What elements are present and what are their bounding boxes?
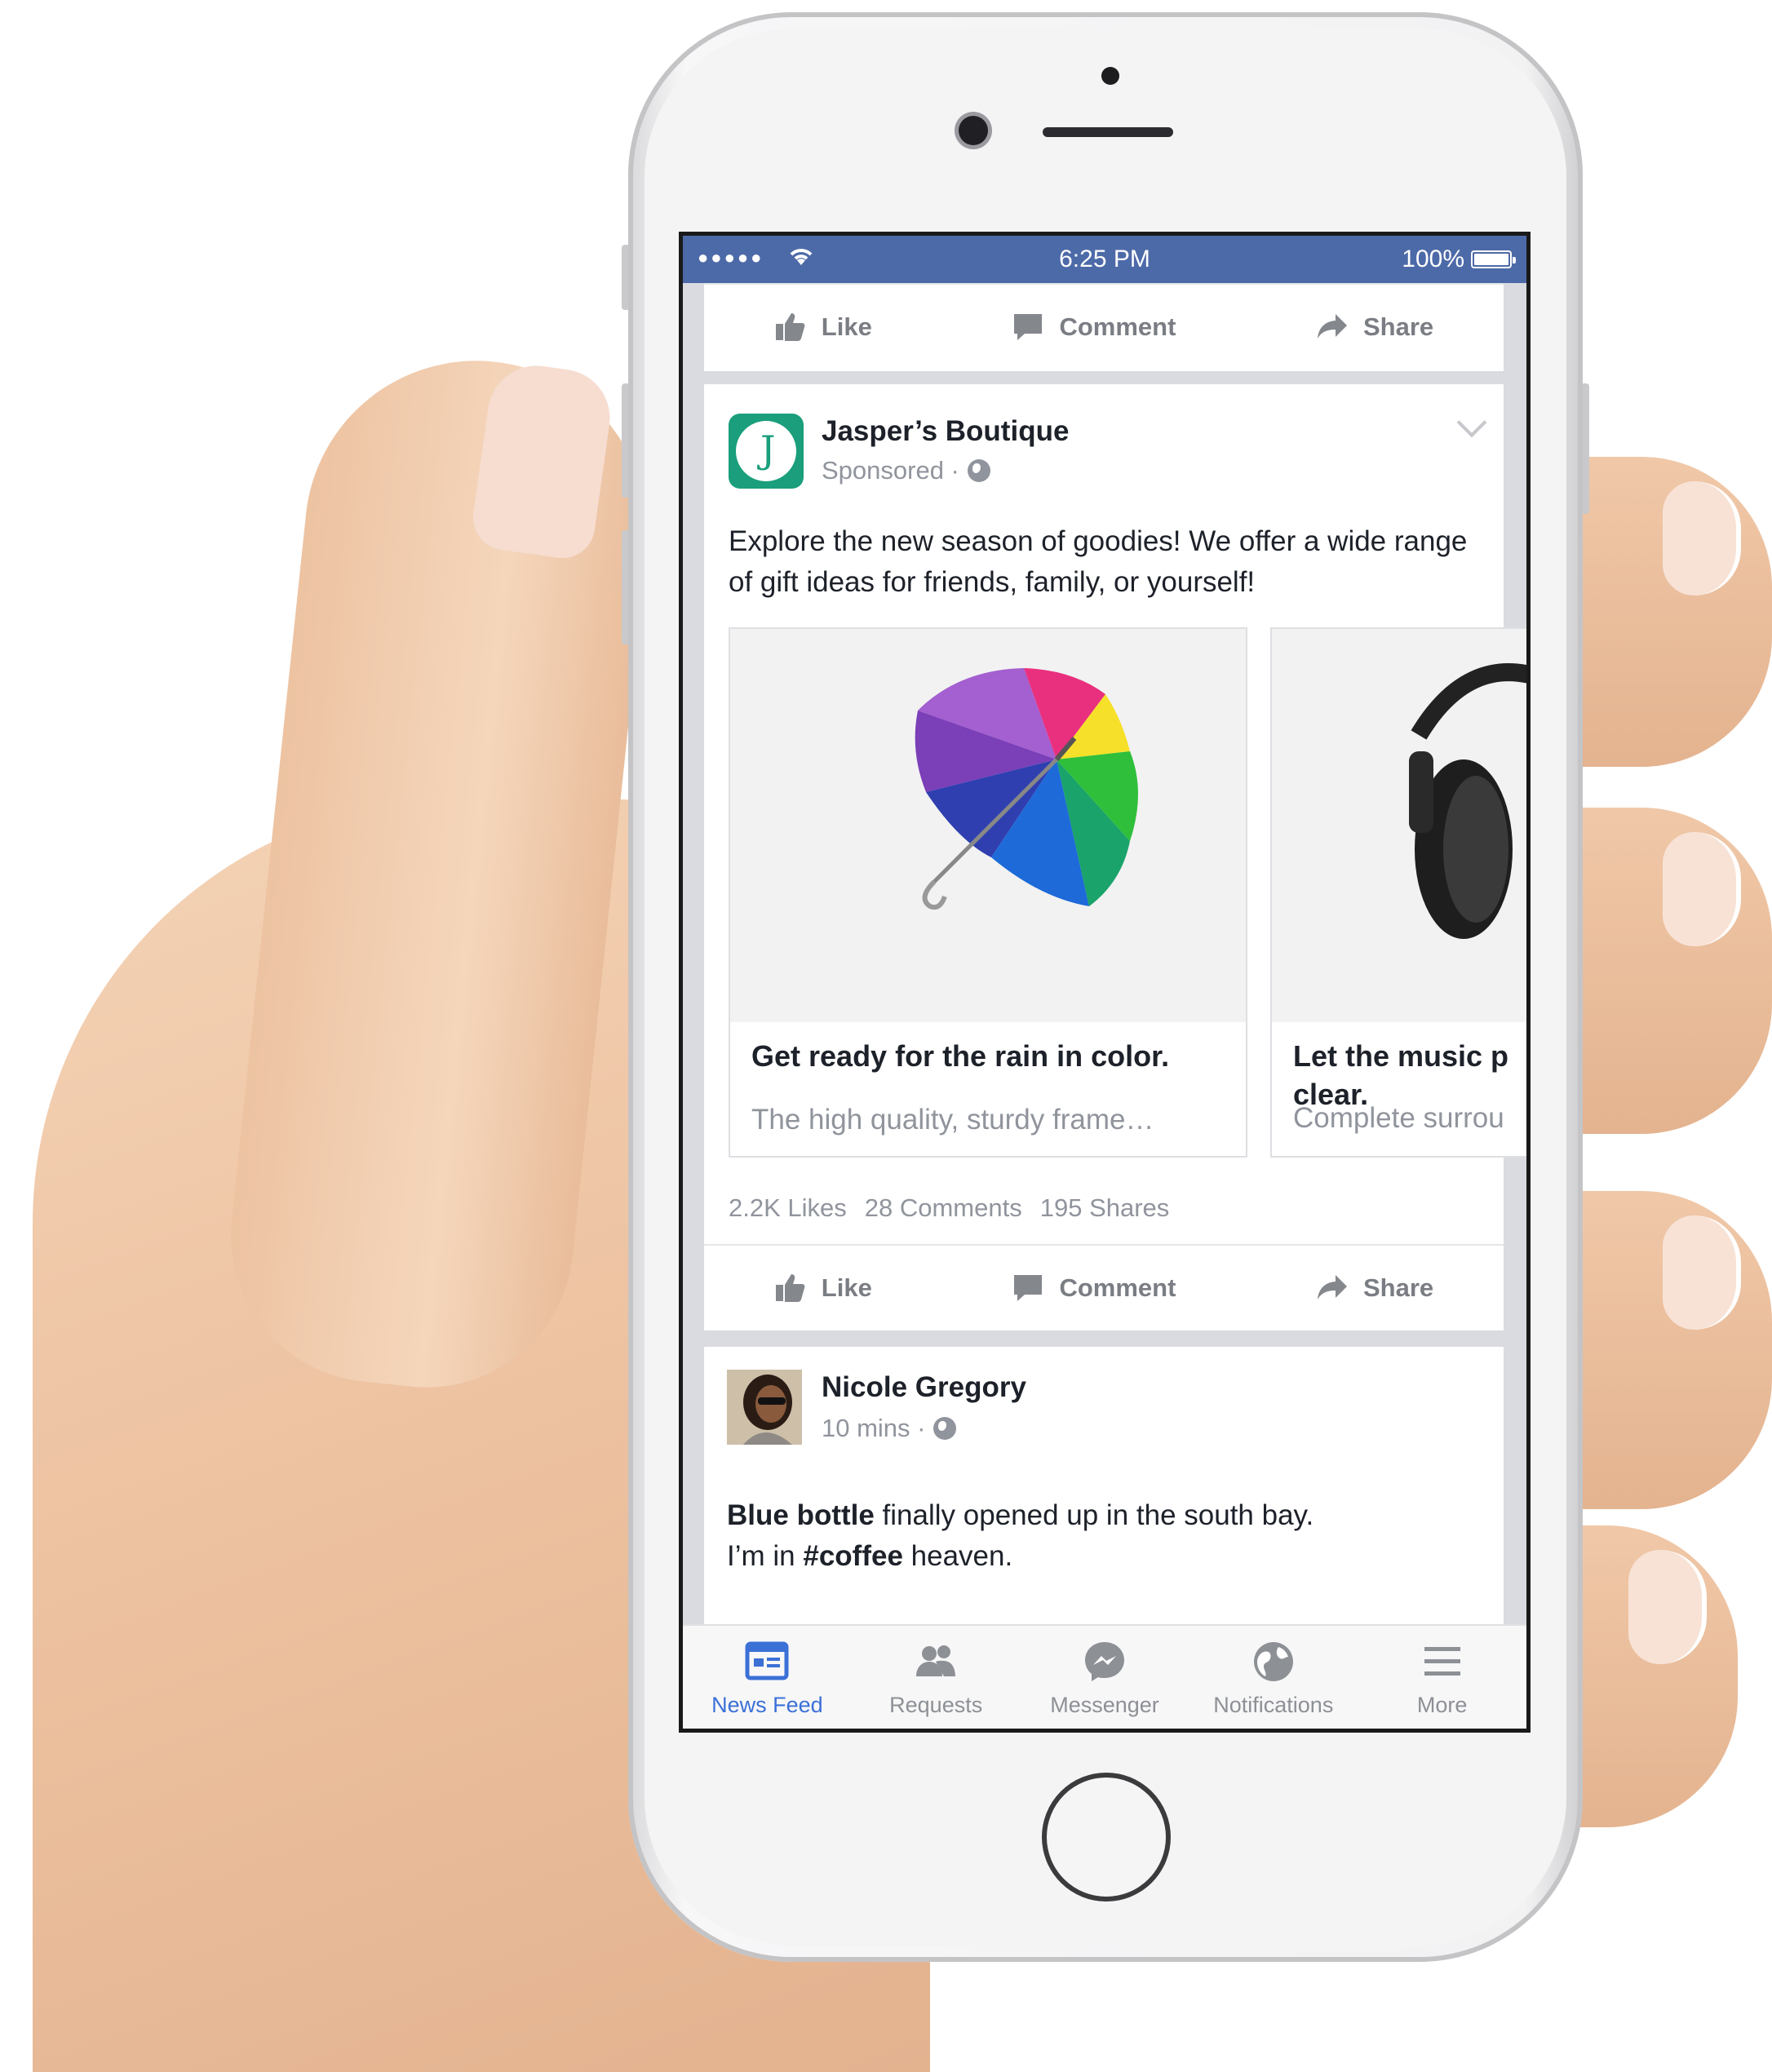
- tab-messenger[interactable]: Messenger: [1021, 1626, 1189, 1729]
- globe-notifications-icon: [1253, 1642, 1293, 1681]
- user-post: Nicole Gregory 10 mins · Blue bottle fin…: [704, 1347, 1504, 1626]
- share-button[interactable]: Share: [1316, 311, 1433, 343]
- headphones-image: [1272, 629, 1526, 1022]
- comment-icon: [1014, 314, 1043, 340]
- tab-label: Messenger: [1050, 1693, 1159, 1717]
- carousel-card-headphones[interactable]: Let the music p clear. Complete surrou: [1270, 627, 1526, 1158]
- text-span: finally opened up in the south bay.: [874, 1499, 1314, 1531]
- post-text: Explore the new season of goodies! We of…: [729, 525, 1468, 598]
- hashtag-link[interactable]: #coffee: [803, 1540, 903, 1572]
- like-button[interactable]: Like: [774, 1272, 872, 1304]
- share-button[interactable]: Share: [1316, 1272, 1433, 1304]
- bottom-tab-bar: News Feed Requests Messenger Notificatio…: [683, 1624, 1526, 1729]
- friend-requests-icon: [916, 1645, 956, 1676]
- news-feed-icon: [745, 1641, 789, 1680]
- sponsored-post: J Jasper’s Boutique Sponsored · Explore …: [704, 384, 1526, 1330]
- status-bar: ●●●●● 6:25 PM 100%: [683, 236, 1526, 283]
- share-label: Share: [1363, 1273, 1434, 1302]
- shares-count[interactable]: 195 Shares: [1040, 1193, 1170, 1223]
- tab-label: News Feed: [711, 1693, 823, 1717]
- tab-more[interactable]: More: [1358, 1626, 1526, 1729]
- thumbs-up-icon: [775, 313, 805, 341]
- hamburger-menu-icon: [1424, 1647, 1460, 1676]
- comment-button[interactable]: Comment: [1012, 311, 1176, 343]
- home-button[interactable]: [1042, 1773, 1171, 1902]
- proximity-sensor: [1101, 67, 1119, 85]
- tab-label: More: [1416, 1693, 1468, 1717]
- tab-label: Notifications: [1213, 1693, 1334, 1717]
- bold-mention[interactable]: Blue bottle: [727, 1499, 875, 1531]
- carousel-description: The high quality, sturdy frame…: [751, 1104, 1154, 1136]
- text-span: heaven.: [902, 1540, 1013, 1572]
- battery-icon: [1471, 250, 1516, 268]
- globe-icon: [967, 459, 990, 482]
- comment-label: Comment: [1059, 1273, 1176, 1302]
- earpiece-speaker: [1043, 127, 1173, 137]
- umbrella-image: [730, 629, 1246, 1022]
- previous-post-actions: Like Comment Share: [704, 283, 1504, 371]
- share-arrow-icon: [1318, 1275, 1347, 1299]
- tab-news-feed[interactable]: News Feed: [683, 1626, 852, 1729]
- timestamp: 10 mins ·: [822, 1414, 926, 1442]
- post-actions: Like Comment Share: [704, 1244, 1504, 1330]
- share-arrow-icon: [1318, 314, 1347, 339]
- carousel-description: Complete surrou: [1293, 1102, 1504, 1134]
- author-name[interactable]: Nicole Gregory: [822, 1371, 1026, 1404]
- share-label: Share: [1363, 312, 1434, 341]
- tab-requests[interactable]: Requests: [852, 1626, 1021, 1729]
- globe-icon: [933, 1417, 957, 1440]
- tab-notifications[interactable]: Notifications: [1189, 1626, 1358, 1729]
- likes-count[interactable]: 2.2K Likes: [729, 1193, 847, 1223]
- comment-icon: [1014, 1275, 1043, 1301]
- carousel-title: Get ready for the rain in color.: [751, 1039, 1170, 1073]
- reaction-counts: 2.2K Likes 28 Comments 195 Shares: [729, 1193, 1169, 1223]
- news-feed[interactable]: Like Comment Share J Jasper’s Boutique S…: [683, 283, 1526, 1626]
- comments-count[interactable]: 28 Comments: [865, 1193, 1022, 1223]
- front-camera: [959, 116, 988, 145]
- phone-screen: ●●●●● 6:25 PM 100% Like Comment Share J …: [679, 232, 1531, 1733]
- post-text: Blue bottle finally opened up in the sou…: [727, 1495, 1494, 1577]
- like-button[interactable]: Like: [774, 311, 872, 343]
- thumbs-up-icon: [775, 1274, 805, 1302]
- page-name[interactable]: Jasper’s Boutique: [822, 415, 1069, 448]
- tab-label: Requests: [889, 1693, 983, 1717]
- post-meta: Sponsored ·: [822, 456, 990, 485]
- comment-label: Comment: [1059, 312, 1176, 341]
- like-label: Like: [821, 1273, 872, 1302]
- battery-percent: 100%: [1402, 246, 1464, 272]
- text-span: I’m in: [727, 1540, 804, 1572]
- clock: 6:25 PM: [1059, 246, 1150, 272]
- carousel-card-umbrella[interactable]: Get ready for the rain in color. The hig…: [729, 627, 1247, 1158]
- avatar[interactable]: [727, 1370, 802, 1445]
- product-carousel[interactable]: Get ready for the rain in color. The hig…: [729, 627, 1526, 1158]
- post-time: 10 mins ·: [822, 1414, 957, 1443]
- comment-button[interactable]: Comment: [1012, 1272, 1176, 1304]
- boutique-logo[interactable]: J: [729, 414, 804, 489]
- sponsored-label: Sponsored ·: [822, 456, 959, 485]
- messenger-icon: [1084, 1642, 1124, 1681]
- chevron-down-icon[interactable]: [1456, 407, 1487, 438]
- like-label: Like: [821, 312, 872, 341]
